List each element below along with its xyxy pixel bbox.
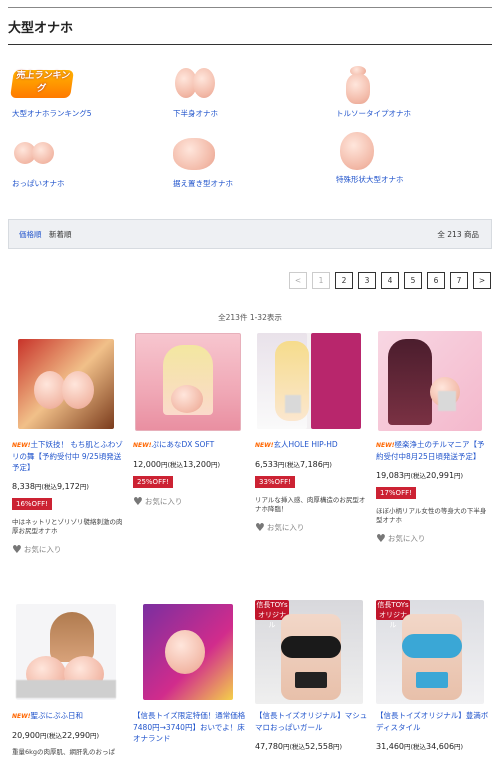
product-card[interactable]: NEW!土下妖技！ もち肌とふわゾリの舞【予約受付中 9/25頃発送予定】 8,… <box>12 329 125 556</box>
heart-icon: ♥ <box>133 495 143 508</box>
product-price: 6,533円(税込7,186円) <box>255 460 332 469</box>
product-price: 8,338円(税込9,172円) <box>12 482 89 491</box>
page-2-button[interactable]: 2 <box>335 272 353 289</box>
page-6-button[interactable]: 6 <box>427 272 445 289</box>
product-card[interactable]: 信長TOYs オリジナル 【信長トイズオリジナル】マシュマロおっぱいガール 47,… <box>255 600 368 751</box>
product-image[interactable]: 信長TOYs オリジナル <box>255 600 363 704</box>
product-image[interactable]: 信長TOYs オリジナル <box>376 600 484 704</box>
product-name[interactable]: ぷにあなDX SOFT <box>151 440 214 449</box>
category-label: トルソータイプオナホ <box>336 109 411 118</box>
stationary-icon <box>173 136 233 174</box>
product-count: 全 213 商品 <box>437 230 479 239</box>
product-price: 19,083円(税込20,991円) <box>376 471 464 480</box>
category-label: おっぱいオナホ <box>12 179 65 188</box>
category-stationary[interactable]: 据え置き型オナホ <box>173 136 323 192</box>
lower-body-icon <box>173 66 233 104</box>
discount-badge: 16%OFF! <box>12 498 52 510</box>
discount-badge: 33%OFF! <box>255 476 295 488</box>
product-card[interactable]: NEW!玄人HOLE HIP-HD 6,533円(税込7,186円) 33%OF… <box>255 329 368 534</box>
favorite-button[interactable]: ♥ お気に入り <box>255 521 368 534</box>
product-image[interactable] <box>133 329 241 433</box>
product-desc: 中はネットリとゾリゾリ襞絡刺激の肉厚お尻型オナホ <box>12 518 123 535</box>
product-desc: ほぼ小柄リアル女性の等身大の下半身型オナホ <box>376 507 487 524</box>
new-label: NEW! <box>12 713 31 720</box>
prev-page-button[interactable]: < <box>289 272 307 289</box>
page-1-current: 1 <box>312 272 330 289</box>
product-card[interactable]: 【信長トイズ限定特価！通常価格7480円→3740円】おいでよ！床オナランド <box>133 600 246 744</box>
category-torso[interactable]: トルソータイプオナホ <box>336 66 486 122</box>
discount-badge: 17%OFF! <box>376 487 416 499</box>
category-label: 据え置き型オナホ <box>173 179 233 188</box>
product-desc: 重量6kgの肉厚肌、網肝乳のおっぱ <box>12 748 116 756</box>
product-image[interactable] <box>133 600 241 704</box>
product-name[interactable]: 【信長トイズ限定特価！通常価格7480円→3740円】おいでよ！床オナランド <box>133 711 245 743</box>
product-desc: リアルな挿入感、肉厚構造のお尻型オナホ降臨！ <box>255 496 366 513</box>
product-card[interactable]: NEW!極楽浄土のチルマニア【予約受付中8月25日頃発送予定】 19,083円(… <box>376 329 489 545</box>
page-3-button[interactable]: 3 <box>358 272 376 289</box>
result-range: 全213件 1-32表示 <box>218 313 282 322</box>
heart-icon: ♥ <box>255 521 265 534</box>
product-price: 31,460円(税込34,606円) <box>376 742 464 751</box>
product-image[interactable] <box>376 329 484 433</box>
category-label: 大型オナホランキング5 <box>12 109 92 118</box>
category-lower-body[interactable]: 下半身オナホ <box>173 66 323 122</box>
favorite-button[interactable]: ♥ お気に入り <box>12 543 125 556</box>
special-shape-icon <box>336 132 396 170</box>
sort-by-new-link[interactable]: 新着順 <box>49 229 72 240</box>
page-7-button[interactable]: 7 <box>450 272 468 289</box>
category-label: 特殊形状大型オナホ <box>336 175 404 184</box>
product-price: 12,000円(税込13,200円) <box>133 460 221 469</box>
torso-icon <box>336 66 396 104</box>
product-name[interactable]: 【信長トイズオリジナル】豊満ボディスタイル <box>376 711 488 732</box>
sort-by-price-link[interactable]: 価格順 <box>19 229 42 240</box>
product-card[interactable]: NEW!ぷにあなDX SOFT 12,000円(税込13,200円) 25%OF… <box>133 329 246 508</box>
product-price: 47,780円(税込52,558円) <box>255 742 343 751</box>
category-breast[interactable]: おっぱいオナホ <box>12 136 162 192</box>
product-image[interactable] <box>255 329 363 433</box>
new-label: NEW! <box>12 442 31 449</box>
pagination: < 1 2 3 4 5 6 7 > <box>289 272 491 289</box>
new-label: NEW! <box>255 442 274 449</box>
product-price: 20,900円(税込22,990円) <box>12 731 100 740</box>
category-special-shape[interactable]: 特殊形状大型オナホ <box>336 132 486 188</box>
page-5-button[interactable]: 5 <box>404 272 422 289</box>
page-title: 大型オナホ <box>8 21 74 36</box>
product-card[interactable]: 信長TOYs オリジナル 【信長トイズオリジナル】豊満ボディスタイル 31,460… <box>376 600 489 751</box>
sort-bar: 価格順 新着順 全 213 商品 <box>8 219 492 249</box>
category-label: 下半身オナホ <box>173 109 218 118</box>
heart-icon: ♥ <box>12 543 22 556</box>
category-ranking[interactable]: 売上ランキング 大型オナホランキング5 <box>10 66 162 122</box>
page-4-button[interactable]: 4 <box>381 272 399 289</box>
product-image[interactable] <box>12 600 120 704</box>
product-image[interactable] <box>12 329 120 433</box>
breast-icon <box>12 136 72 174</box>
next-page-button[interactable]: > <box>473 272 491 289</box>
favorite-button[interactable]: ♥ お気に入り <box>376 532 489 545</box>
new-label: NEW! <box>376 442 395 449</box>
ranking-badge-icon: 売上ランキング <box>10 66 74 104</box>
favorite-button[interactable]: ♥ お気に入り <box>133 495 246 508</box>
product-name[interactable]: 玄人HOLE HIP-HD <box>273 440 337 449</box>
heart-icon: ♥ <box>376 532 386 545</box>
product-name[interactable]: 【信長トイズオリジナル】マシュマロおっぱいガール <box>255 711 367 732</box>
new-label: NEW! <box>133 442 152 449</box>
product-card[interactable]: NEW!聖ぷにぷふ日和 20,900円(税込22,990円) 重量6kgの肉厚肌… <box>12 600 125 757</box>
title-divider <box>8 44 492 45</box>
top-divider <box>8 7 492 8</box>
product-name[interactable]: 聖ぷにぷふ日和 <box>30 711 83 720</box>
discount-badge: 25%OFF! <box>133 476 173 488</box>
